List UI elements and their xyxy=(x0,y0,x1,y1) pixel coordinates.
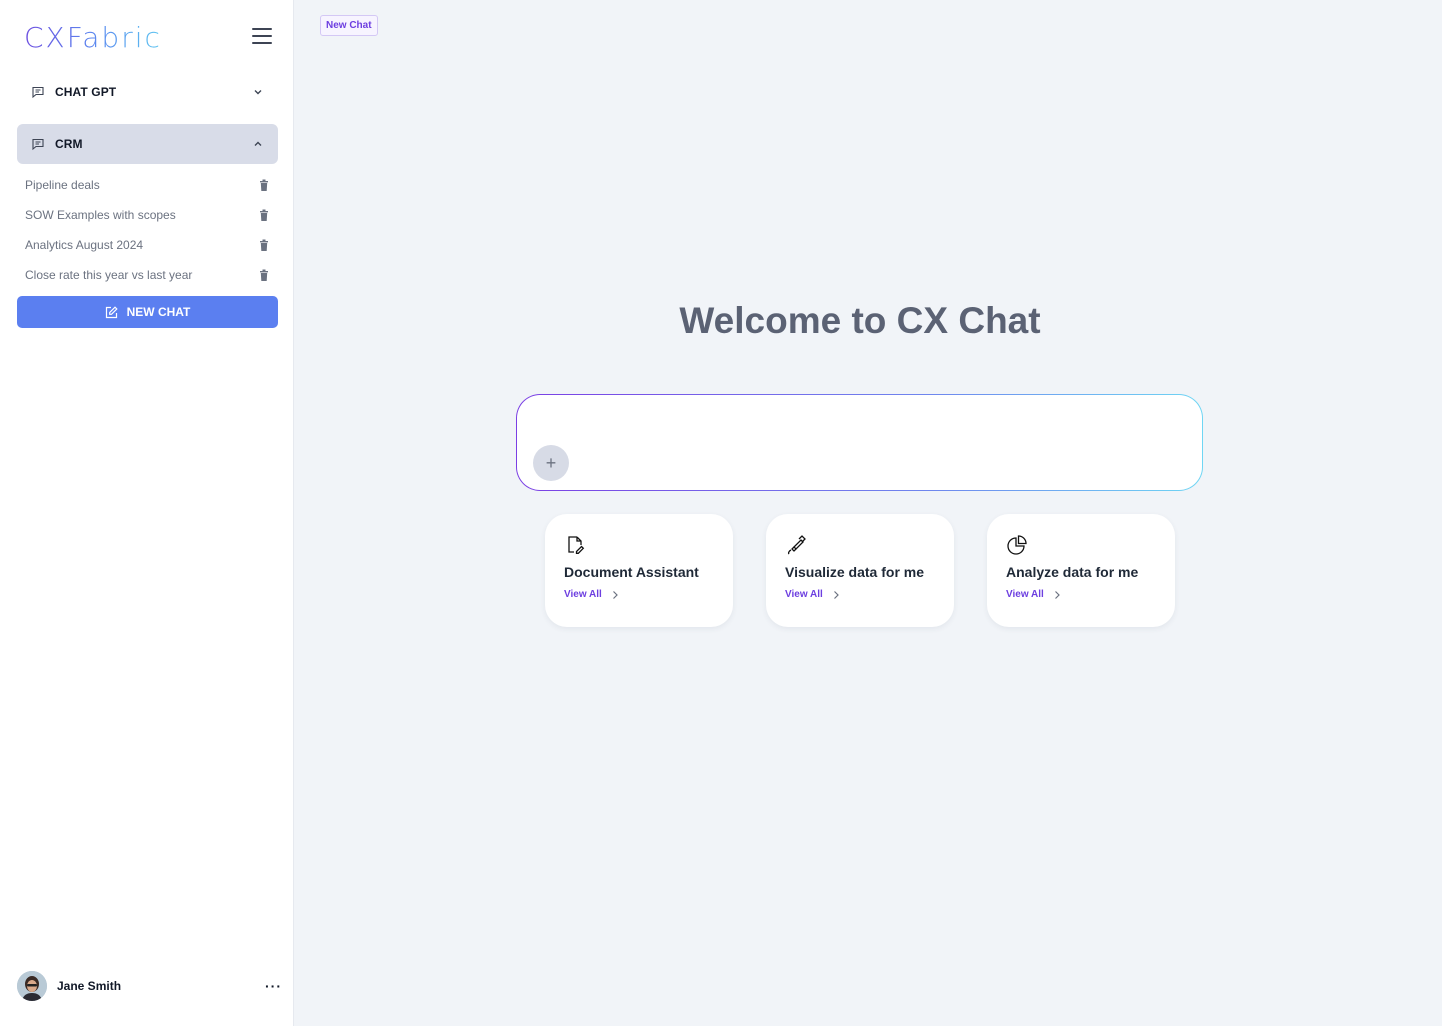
chevron-right-icon xyxy=(831,590,841,600)
card-title: Analyze data for me xyxy=(1006,564,1139,580)
welcome-title: Welcome to CX Chat xyxy=(679,300,1041,341)
new-chat-button[interactable]: NEW CHAT xyxy=(17,296,278,328)
view-all-label: View All xyxy=(785,589,823,600)
card-analyze-data[interactable]: Analyze data for me View All xyxy=(987,514,1175,627)
view-all-link[interactable]: View All xyxy=(785,589,935,600)
card-title: Document Assistant xyxy=(564,564,699,580)
chat-item[interactable]: Pipeline deals xyxy=(25,175,270,195)
group-label: CRM xyxy=(55,137,83,151)
chevron-down-icon xyxy=(252,86,264,98)
view-all-link[interactable]: View All xyxy=(564,589,714,600)
user-name: Jane Smith xyxy=(57,979,122,993)
pie-chart-icon xyxy=(1006,534,1028,556)
logo-text: CXFabric xyxy=(24,20,162,54)
new-chat-label: NEW CHAT xyxy=(126,305,191,319)
group-label: CHAT GPT xyxy=(55,85,117,99)
chat-item-title: Pipeline deals xyxy=(25,178,100,192)
trash-icon[interactable] xyxy=(258,239,270,252)
trash-icon[interactable] xyxy=(258,209,270,222)
pen-tool-icon xyxy=(785,534,807,556)
chevron-right-icon xyxy=(610,590,620,600)
trash-icon[interactable] xyxy=(258,269,270,282)
avatar[interactable] xyxy=(17,971,47,1001)
chevron-right-icon xyxy=(1052,590,1062,600)
chat-item-title: Analytics August 2024 xyxy=(25,238,144,252)
add-attachment-button[interactable]: + xyxy=(533,445,569,481)
view-all-label: View All xyxy=(564,589,602,600)
chat-item-title: SOW Examples with scopes xyxy=(25,208,176,222)
new-chat-tab[interactable]: New Chat xyxy=(320,15,378,36)
chat-item-title: Close rate this year vs last year xyxy=(25,268,193,282)
menu-icon[interactable] xyxy=(252,28,272,45)
view-all-label: View All xyxy=(1006,589,1044,600)
trash-icon[interactable] xyxy=(258,179,270,192)
chat-input[interactable] xyxy=(537,409,1177,437)
cxfabric-logo[interactable]: CXFabric xyxy=(24,20,162,54)
group-crm[interactable]: CRM xyxy=(17,124,278,164)
chat-input-box: + xyxy=(516,394,1203,491)
chat-item[interactable]: Analytics August 2024 xyxy=(25,235,270,255)
chat-item[interactable]: SOW Examples with scopes xyxy=(25,205,270,225)
sidebar: CXFabric CHAT GPT CRM Pipeline deals SOW… xyxy=(0,0,294,1026)
more-options-icon[interactable]: ··· xyxy=(265,978,281,994)
card-document-assistant[interactable]: Document Assistant View All xyxy=(545,514,733,627)
chat-bubble-icon xyxy=(31,137,45,151)
user-profile: Jane Smith ··· xyxy=(17,970,281,1002)
view-all-link[interactable]: View All xyxy=(1006,589,1156,600)
card-visualize-data[interactable]: Visualize data for me View All xyxy=(766,514,954,627)
chat-bubble-icon xyxy=(31,85,45,99)
chevron-up-icon xyxy=(252,138,264,150)
document-edit-icon xyxy=(564,534,586,556)
chat-item[interactable]: Close rate this year vs last year xyxy=(25,265,270,285)
group-chat-gpt[interactable]: CHAT GPT xyxy=(17,72,278,112)
edit-icon xyxy=(105,305,118,319)
card-title: Visualize data for me xyxy=(785,564,925,580)
